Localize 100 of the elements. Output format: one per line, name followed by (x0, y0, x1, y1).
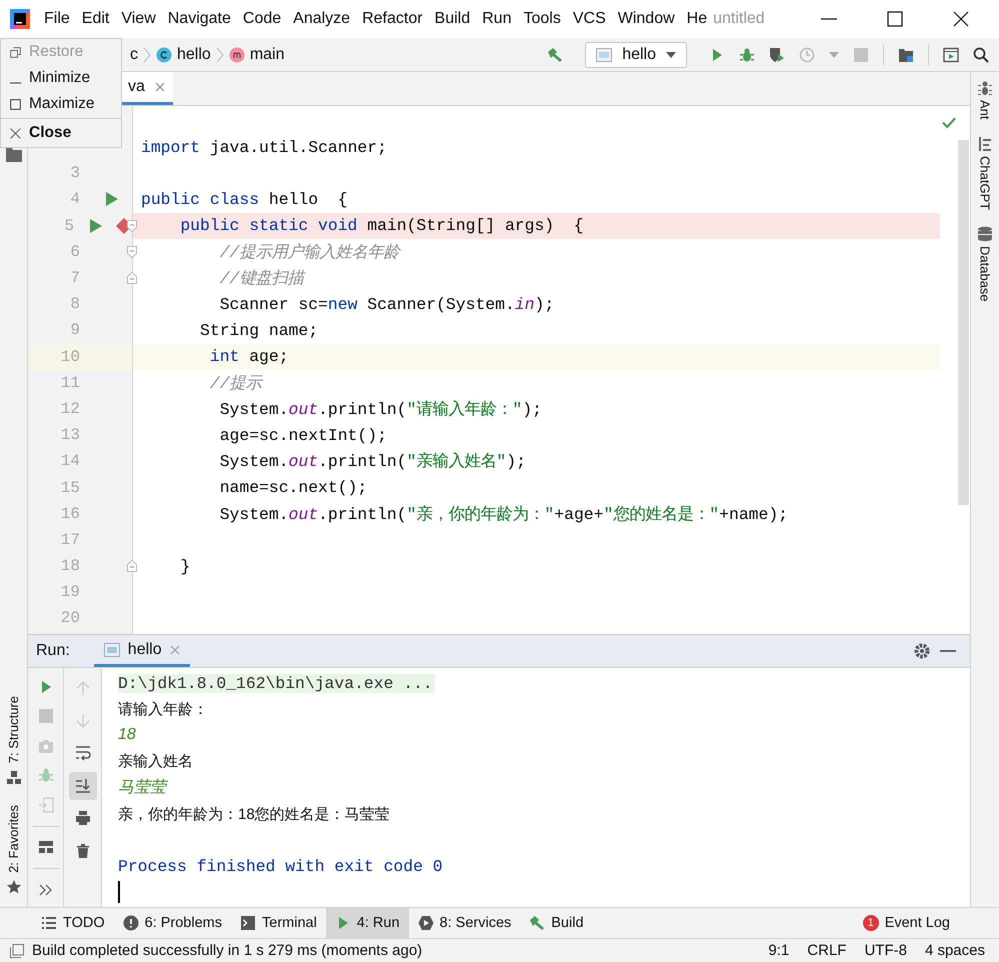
menu-item[interactable]: He (686, 10, 708, 28)
line-number: 9 (69, 321, 80, 340)
menu-item[interactable]: Code (242, 10, 282, 28)
bars-icon[interactable] (977, 136, 993, 152)
menu-item[interactable]: Tools (523, 10, 561, 28)
menu-item[interactable]: Build (434, 10, 470, 28)
chevron-icon (143, 46, 151, 62)
folder-grid-icon[interactable] (898, 46, 914, 62)
status-item[interactable]: 9:1 (768, 942, 790, 959)
tool-window-button[interactable]: Ant (978, 100, 992, 120)
trash-icon[interactable] (74, 842, 90, 858)
run-icon[interactable] (90, 218, 102, 233)
square-icon[interactable] (10, 944, 24, 958)
scrollbar[interactable] (958, 140, 969, 505)
breadcrumb-item[interactable]: main (250, 46, 284, 64)
line-number: 5 (63, 216, 74, 235)
line-number: 18 (60, 557, 80, 576)
toggle-button[interactable] (68, 772, 96, 800)
menu-item[interactable]: VCS (572, 10, 606, 28)
tool-window-button[interactable]: ChatGPT (978, 156, 992, 210)
menu-item[interactable]: Refactor (362, 10, 423, 28)
line-number: 17 (60, 530, 80, 549)
tool-window-button[interactable]: 4: Run (326, 908, 409, 938)
logo-icon[interactable] (10, 9, 30, 29)
tool-window-button[interactable]: 8: Services (408, 908, 520, 938)
fold-icon[interactable] (127, 272, 137, 284)
status-item[interactable]: CRLF (807, 942, 846, 959)
menu-item[interactable]: Run (482, 10, 512, 28)
star-icon[interactable] (6, 879, 22, 895)
code-line: public static void main(String[] args) { (179, 216, 584, 236)
fold-icon[interactable] (127, 220, 137, 232)
code-line: name=sc.next(); (218, 478, 368, 498)
menu-item[interactable]: Navigate (168, 10, 231, 28)
line-number: 7 (69, 269, 80, 288)
shield-icon[interactable] (769, 46, 785, 62)
code-line: //提示 (208, 372, 262, 394)
check-icon (942, 117, 956, 129)
tool-window-button[interactable]: Build (520, 908, 593, 938)
console-line: 亲，你的年龄为：18您的姓名是：马莹莹 (118, 804, 390, 824)
menu-item[interactable]: Minimize (1, 65, 121, 91)
line-number: 6 (69, 242, 80, 261)
code-line: import java.util.Scanner; (141, 138, 387, 157)
event-log-button[interactable]: 1 Event Log (854, 908, 959, 938)
menu-item[interactable]: Window (618, 10, 675, 28)
fold-icon[interactable] (127, 246, 137, 258)
run-icon[interactable] (106, 192, 118, 206)
console-line: 马莹莹 (118, 778, 166, 798)
fold-icon[interactable] (127, 560, 137, 572)
minimize-icon[interactable] (821, 18, 837, 20)
line-number: 20 (60, 609, 80, 628)
code-line: //键盘扫描 (218, 268, 304, 290)
ant-icon[interactable] (977, 80, 993, 96)
menu-item[interactable]: Analyze (293, 10, 350, 28)
menu-item[interactable]: View (121, 10, 156, 28)
close-icon[interactable] (953, 11, 969, 27)
code-line: String name; (199, 320, 318, 340)
search-icon[interactable] (973, 46, 989, 62)
menu-item[interactable]: Close (1, 120, 121, 146)
code-line: System.out.println("亲输入姓名"); (218, 451, 526, 472)
hammer-icon[interactable] (547, 46, 564, 62)
tool-window-button[interactable]: 2: Favorites (6, 805, 21, 873)
terminal-icon (240, 915, 256, 931)
code-line: //提示用户输入姓名年龄 (218, 242, 400, 263)
database-icon[interactable] (977, 226, 993, 242)
bug-icon[interactable] (739, 46, 755, 62)
code-line: Scanner sc=new Scanner(System.in); (218, 294, 554, 314)
breadcrumb-item[interactable]: c (130, 46, 138, 64)
run-config-dropdown[interactable]: hello (585, 42, 687, 68)
menu-item[interactable]: Maximize (1, 91, 121, 117)
hexagon-icon (418, 915, 434, 931)
wrap-icon[interactable] (74, 745, 90, 761)
status-message: Build completed successfully in 1 s 279 ms (moments ago) (32, 942, 422, 959)
line-number: 8 (69, 295, 80, 314)
caret-icon[interactable] (829, 52, 839, 58)
code-line: public class hello { (141, 190, 348, 209)
line-number: 15 (60, 478, 80, 497)
structure-icon[interactable] (6, 769, 22, 786)
settings-icon[interactable] (914, 643, 930, 659)
tool-window-button[interactable]: 6: Problems (114, 908, 231, 938)
printer-icon[interactable] (74, 810, 90, 826)
menu-item[interactable]: File (44, 10, 70, 28)
tool-window-button[interactable]: Terminal (231, 908, 326, 938)
status-item[interactable]: 4 spaces (924, 942, 985, 959)
close-icon (10, 128, 20, 138)
breadcrumb-item[interactable]: hello (177, 46, 211, 64)
caret-icon (666, 52, 676, 58)
chevron-icon[interactable] (38, 882, 54, 898)
line-number: 4 (69, 190, 80, 208)
tool-window-button[interactable]: Database (978, 246, 992, 302)
window-icon[interactable] (943, 46, 959, 62)
menu-item[interactable]: Edit (82, 10, 110, 28)
maximize-icon[interactable] (887, 11, 903, 27)
count-badge: 1 (862, 915, 879, 931)
console-line: 亲输入姓名 (118, 752, 193, 772)
list-icon (41, 915, 57, 931)
status-item[interactable]: UTF-8 (864, 942, 907, 959)
layout-icon[interactable] (38, 839, 54, 856)
hammer-icon (529, 915, 546, 931)
tool-window-button[interactable]: 7: Structure (6, 696, 21, 764)
tool-window-button[interactable]: TODO (32, 908, 114, 938)
